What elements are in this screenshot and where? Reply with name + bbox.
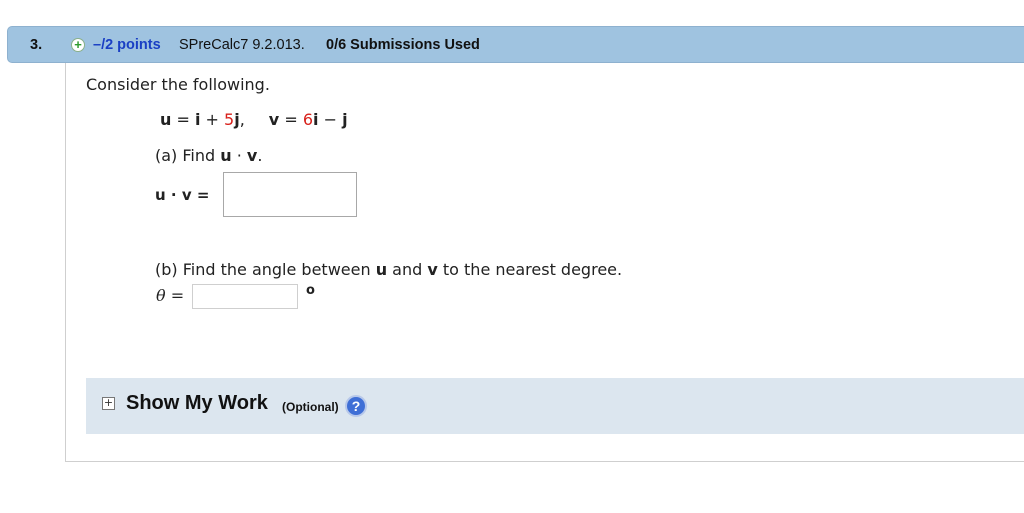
points-label: –/2 points: [93, 37, 161, 53]
theta-label: θ =: [156, 286, 185, 305]
answer-a-input[interactable]: [223, 172, 357, 217]
vectors-definition: u = i + 5j, v = 6i − j: [160, 110, 348, 129]
angle-input[interactable]: [192, 284, 298, 309]
help-icon[interactable]: ?: [345, 395, 367, 417]
question-header: 3. + –/2 points SPreCalc7 9.2.013. 0/6 S…: [7, 26, 1024, 63]
expand-icon[interactable]: +: [102, 397, 115, 410]
part-b-prompt: (b) Find the angle between u and v to th…: [155, 260, 623, 279]
submissions-used: 0/6 Submissions Used: [326, 37, 480, 53]
problem-code: SPreCalc7 9.2.013.: [179, 37, 305, 53]
answer-a-label: u · v =: [155, 186, 210, 204]
optional-label: (Optional): [282, 400, 339, 414]
show-my-work-title[interactable]: Show My Work: [126, 392, 268, 415]
add-icon[interactable]: +: [71, 38, 85, 52]
degree-symbol: o: [306, 283, 315, 298]
part-a-prompt: (a) Find u · v.: [155, 146, 263, 165]
show-my-work-panel: + Show My Work (Optional) ?: [86, 378, 1024, 434]
problem-intro: Consider the following.: [86, 75, 270, 94]
question-number: 3.: [30, 37, 43, 53]
